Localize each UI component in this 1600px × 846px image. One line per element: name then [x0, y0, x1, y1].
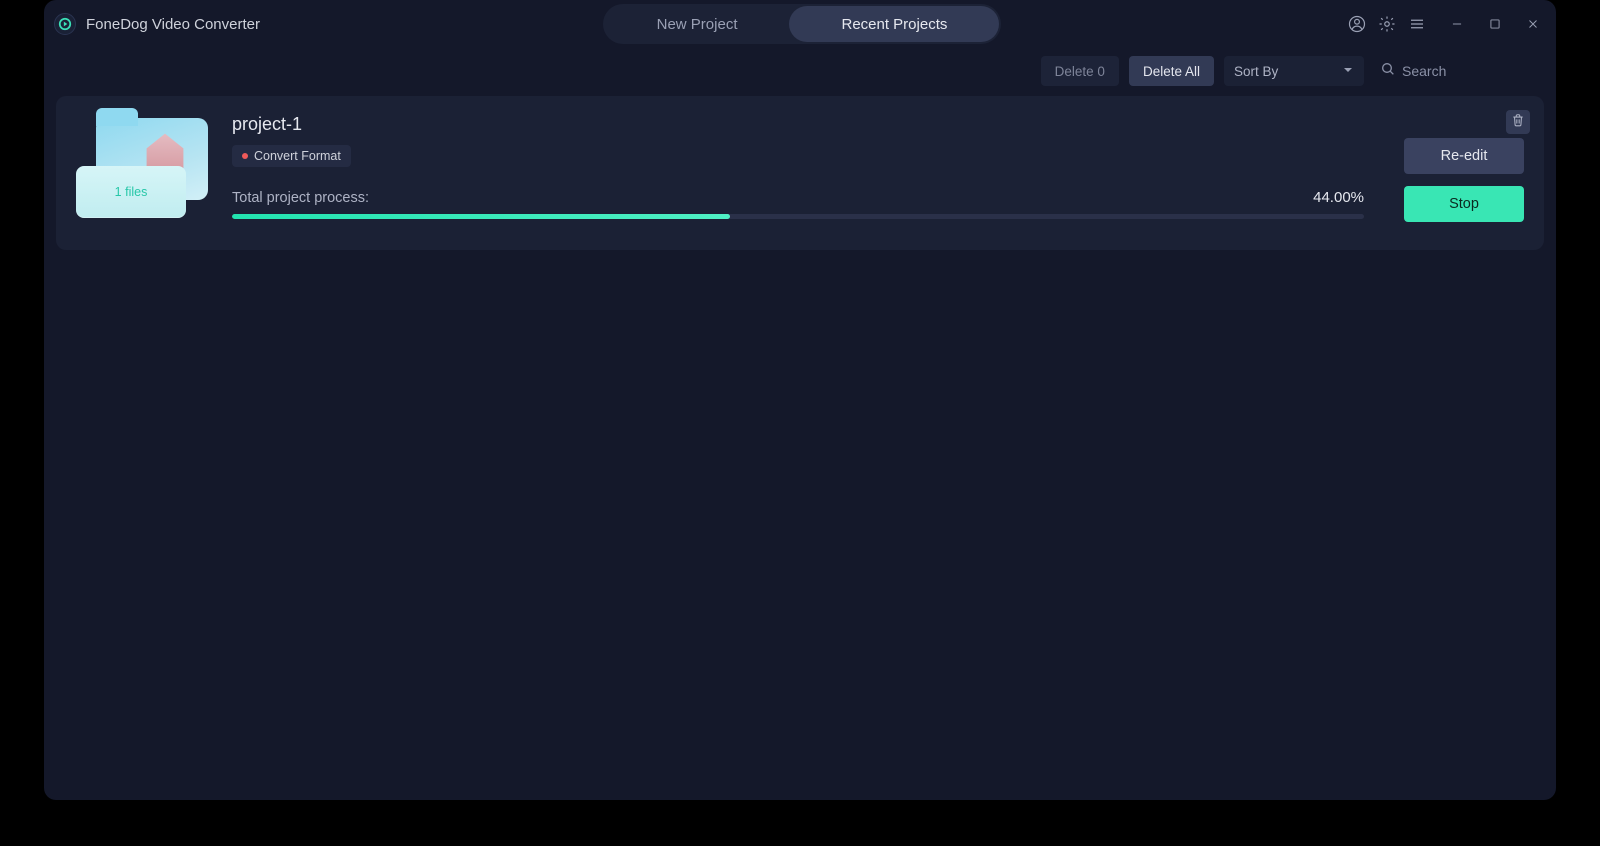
tab-recent-projects[interactable]: Recent Projects [789, 6, 999, 42]
progress-label: Total project process: [232, 190, 369, 206]
progress-section: Total project process: 44.00% [232, 189, 1364, 219]
project-actions: Re-edit Stop [1404, 138, 1524, 222]
window-controls [1444, 11, 1546, 37]
app-title: FoneDog Video Converter [86, 16, 260, 33]
app-window: FoneDog Video Converter New Project Rece… [44, 0, 1556, 800]
titlebar-action-icons [1344, 11, 1430, 37]
progress-fill [232, 214, 730, 219]
menu-icon[interactable] [1404, 11, 1430, 37]
stop-button[interactable]: Stop [1404, 186, 1524, 222]
minimize-icon[interactable] [1444, 11, 1470, 37]
project-name: project-1 [232, 114, 1364, 135]
trash-icon [1511, 113, 1525, 132]
tab-new-project[interactable]: New Project [605, 6, 790, 42]
reedit-button[interactable]: Re-edit [1404, 138, 1524, 174]
title-bar: FoneDog Video Converter New Project Rece… [44, 0, 1556, 48]
project-thumbnail: 1 files [76, 118, 208, 218]
sort-by-label: Sort By [1234, 64, 1278, 79]
project-card-body: project-1 Convert Format Total project p… [232, 114, 1364, 222]
app-logo-icon [54, 13, 76, 35]
chevron-down-icon [1342, 64, 1354, 79]
status-dot-icon [242, 153, 248, 159]
delete-selected-button[interactable]: Delete 0 [1041, 56, 1119, 86]
account-icon[interactable] [1344, 11, 1370, 37]
top-tabs: New Project Recent Projects [260, 4, 1344, 44]
sort-by-dropdown[interactable]: Sort By [1224, 56, 1364, 86]
search-input[interactable] [1402, 63, 1522, 79]
settings-icon[interactable] [1374, 11, 1400, 37]
progress-percent: 44.00% [1313, 189, 1364, 206]
maximize-icon[interactable] [1482, 11, 1508, 37]
search-box[interactable] [1374, 56, 1544, 86]
toolbar: Delete 0 Delete All Sort By [44, 48, 1556, 96]
search-icon [1380, 61, 1396, 82]
content-area: 1 files project-1 Convert Format Total p… [44, 96, 1556, 250]
thumbnail-badge: 1 files [76, 166, 186, 218]
project-type-tag: Convert Format [232, 145, 351, 167]
delete-project-button[interactable] [1506, 110, 1530, 134]
delete-all-button[interactable]: Delete All [1129, 56, 1214, 86]
close-icon[interactable] [1520, 11, 1546, 37]
project-type-label: Convert Format [254, 149, 341, 163]
progress-bar [232, 214, 1364, 219]
project-card: 1 files project-1 Convert Format Total p… [56, 96, 1544, 250]
